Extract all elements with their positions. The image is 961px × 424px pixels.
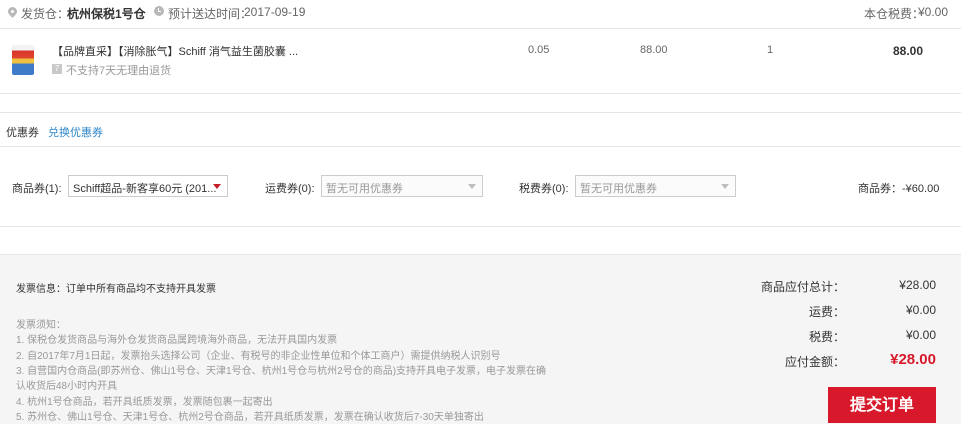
delivery-date: 2017-09-19 — [244, 5, 306, 19]
shipping-coupon-placeholder: 暂无可用优惠券 — [326, 183, 403, 195]
product-title[interactable]: 【品牌直采】【消除胀气】Schiff 消气益生菌胶囊 ... — [52, 43, 298, 59]
product-unit-price: 88.00 — [640, 44, 668, 56]
delivery-label: 预计送达时间： — [168, 7, 253, 21]
clock-icon — [154, 6, 164, 16]
invoice-note: 认收货后48小时内开具 — [16, 381, 118, 392]
shipping-coupon-label: 运费券(0): — [265, 183, 315, 195]
warehouse-tax-label: 本仓税费： — [864, 7, 925, 21]
invoice-note: 2. 自2017年7月1日起，发票抬头选择公司（企业、有税号的非企业性单位和个体… — [16, 351, 501, 362]
payable-amount: ¥28.00 — [890, 351, 936, 368]
divider — [0, 112, 961, 113]
product-quantity: 1 — [767, 44, 774, 56]
payable-label: 应付金额： — [784, 355, 845, 369]
tax-fee-label: 税费： — [808, 330, 845, 344]
warehouse-label: 发货仓： — [21, 7, 70, 21]
goods-total-label: 商品应付总计： — [760, 280, 845, 294]
goods-coupon-label: 商品券(1): — [12, 183, 62, 195]
goods-coupon-discount: 商品券：-¥60.00 — [858, 183, 940, 195]
chevron-down-icon — [468, 184, 476, 189]
divider — [0, 28, 961, 29]
coupon-section-title: 优惠券 — [6, 127, 39, 139]
submit-order-button[interactable]: 提交订单 — [828, 387, 936, 423]
chevron-down-icon — [721, 184, 729, 189]
product-subtotal: 88.00 — [893, 44, 924, 58]
redeem-coupon-link[interactable]: 兑换优惠券 — [48, 124, 103, 140]
return-policy: 不支持7天无理由退货 — [66, 65, 172, 77]
divider — [0, 146, 961, 147]
chevron-down-icon — [213, 184, 221, 189]
location-pin-icon — [6, 5, 19, 18]
tax-coupon-label: 税费券(0): — [519, 183, 569, 195]
product-tax-rate: 0.05 — [528, 44, 550, 56]
goods-coupon-select[interactable]: Schiff超品-新客享60元 (201... — [68, 175, 228, 197]
invoice-note: 3. 自营国内仓商品(即苏州仓、佛山1号仓、天津1号仓、杭州1号仓与杭州2号仓的… — [16, 366, 547, 377]
divider — [0, 93, 961, 94]
shipping-fee-label: 运费： — [808, 305, 845, 319]
goods-coupon-selected: Schiff超品-新客享60元 (201... — [73, 183, 217, 195]
shipping-coupon-select[interactable]: 暂无可用优惠券 — [321, 175, 483, 197]
shipping-fee-value: ¥0.00 — [905, 303, 936, 317]
invoice-info: 发票信息：订单中所有商品均不支持开具发票 — [16, 284, 216, 295]
invoice-note: 1. 保税仓发货商品与海外仓发货商品属跨境海外商品，无法开具国内发票 — [16, 335, 338, 346]
goods-total-value: ¥28.00 — [899, 278, 936, 292]
invoice-notes-title: 发票须知： — [16, 320, 66, 331]
invoice-note: 4. 杭州1号仓商品，若开具纸质发票，发票随包裹一起寄出 — [16, 397, 273, 408]
divider — [0, 226, 961, 227]
tax-coupon-select[interactable]: 暂无可用优惠券 — [575, 175, 736, 197]
tax-fee-value: ¥0.00 — [905, 328, 936, 342]
tax-coupon-placeholder: 暂无可用优惠券 — [580, 183, 657, 195]
warehouse-name: 杭州保税1号仓 — [67, 7, 146, 21]
invoice-note: 5. 苏州仓、佛山1号仓、天津1号仓、杭州2号仓商品，若开具纸质发票，发票在确认… — [16, 412, 484, 423]
product-thumbnail[interactable] — [12, 45, 34, 75]
no-return-icon: 7 — [52, 64, 62, 74]
warehouse-tax-value: ¥0.00 — [918, 5, 949, 19]
